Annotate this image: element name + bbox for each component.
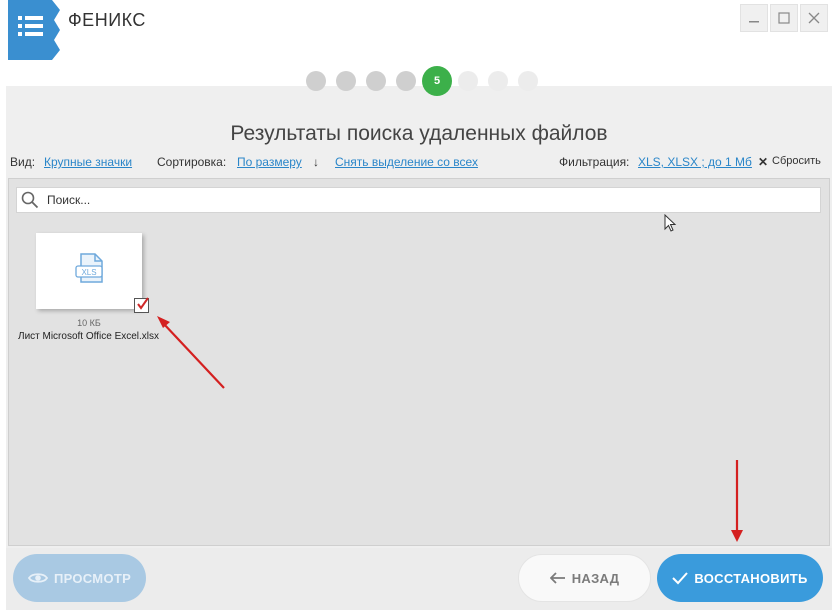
file-size: 10 КБ (77, 318, 101, 328)
search-box[interactable] (16, 187, 821, 213)
step-7 (488, 71, 508, 91)
search-icon (21, 191, 39, 209)
restore-button-label: ВОССТАНОВИТЬ (694, 570, 808, 586)
menu-icon (18, 16, 43, 36)
maximize-icon (778, 12, 790, 24)
file-tile[interactable]: XLS (36, 233, 142, 309)
step-indicator: 5 (306, 66, 548, 96)
close-button[interactable] (800, 4, 828, 32)
step-2 (336, 71, 356, 91)
step-4 (396, 71, 416, 91)
back-button-label: НАЗАД (571, 570, 620, 586)
view-label: Вид: (10, 155, 36, 169)
sort-mode-link[interactable]: По размеру (237, 155, 302, 169)
minimize-button[interactable] (740, 4, 768, 32)
file-name[interactable]: Лист Microsoft Office Excel.xlsx (18, 331, 159, 342)
filter-label: Фильтрация: (559, 155, 630, 169)
sort-label: Сортировка: (157, 155, 227, 169)
step-3 (366, 71, 386, 91)
mouse-cursor-icon (664, 214, 677, 232)
step-8 (518, 71, 538, 91)
step-6 (458, 71, 478, 91)
search-input[interactable] (47, 192, 807, 208)
file-type-badge: XLS (81, 268, 96, 277)
reset-filter-icon[interactable]: ✕ (758, 155, 768, 169)
results-toolbar: Вид: Крупные значки Сортировка: По разме… (10, 155, 822, 171)
file-select-checkbox[interactable] (134, 297, 149, 313)
page-title: Результаты поиска удаленных файлов (230, 122, 608, 145)
app-logo[interactable] (4, 0, 60, 60)
deselect-all-link[interactable]: Снять выделение со всех (335, 155, 478, 169)
view-mode-link[interactable]: Крупные значки (44, 155, 132, 169)
reset-filter-link[interactable]: Сбросить (772, 155, 821, 167)
app-title: ФЕНИКС (68, 10, 146, 30)
checkmark-icon (137, 297, 149, 310)
back-button[interactable]: НАЗАД (518, 554, 651, 602)
step-1 (306, 71, 326, 91)
restore-button[interactable]: ВОССТАНОВИТЬ (657, 554, 823, 602)
checkmark-icon (672, 572, 689, 585)
arrow-left-icon (549, 572, 565, 584)
sort-direction-icon[interactable]: ↓ (313, 155, 319, 169)
maximize-button[interactable] (770, 4, 798, 32)
xls-file-icon: XLS (75, 253, 103, 283)
eye-icon (27, 573, 48, 583)
filter-value-link[interactable]: XLS, XLSX ; до 1 Мб (638, 155, 752, 169)
preview-button-label: ПРОСМОТР (53, 570, 132, 586)
close-icon (808, 12, 820, 24)
preview-button[interactable]: ПРОСМОТР (13, 554, 146, 602)
minimize-icon (749, 21, 759, 23)
step-current: 5 (422, 66, 452, 96)
